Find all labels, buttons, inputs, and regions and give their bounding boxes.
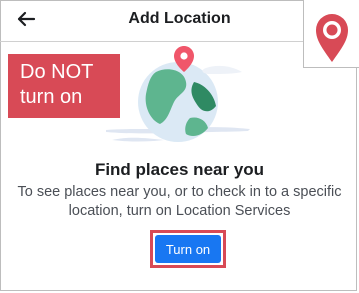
globe-illustration [106, 46, 250, 142]
description: To see places near you, or to check in t… [17, 184, 342, 219]
headline: Find places near you [94, 160, 265, 179]
location-pin-badge [303, 0, 359, 68]
map-pin-icon [316, 14, 348, 62]
turn-on-button[interactable]: Turn on [155, 235, 221, 263]
